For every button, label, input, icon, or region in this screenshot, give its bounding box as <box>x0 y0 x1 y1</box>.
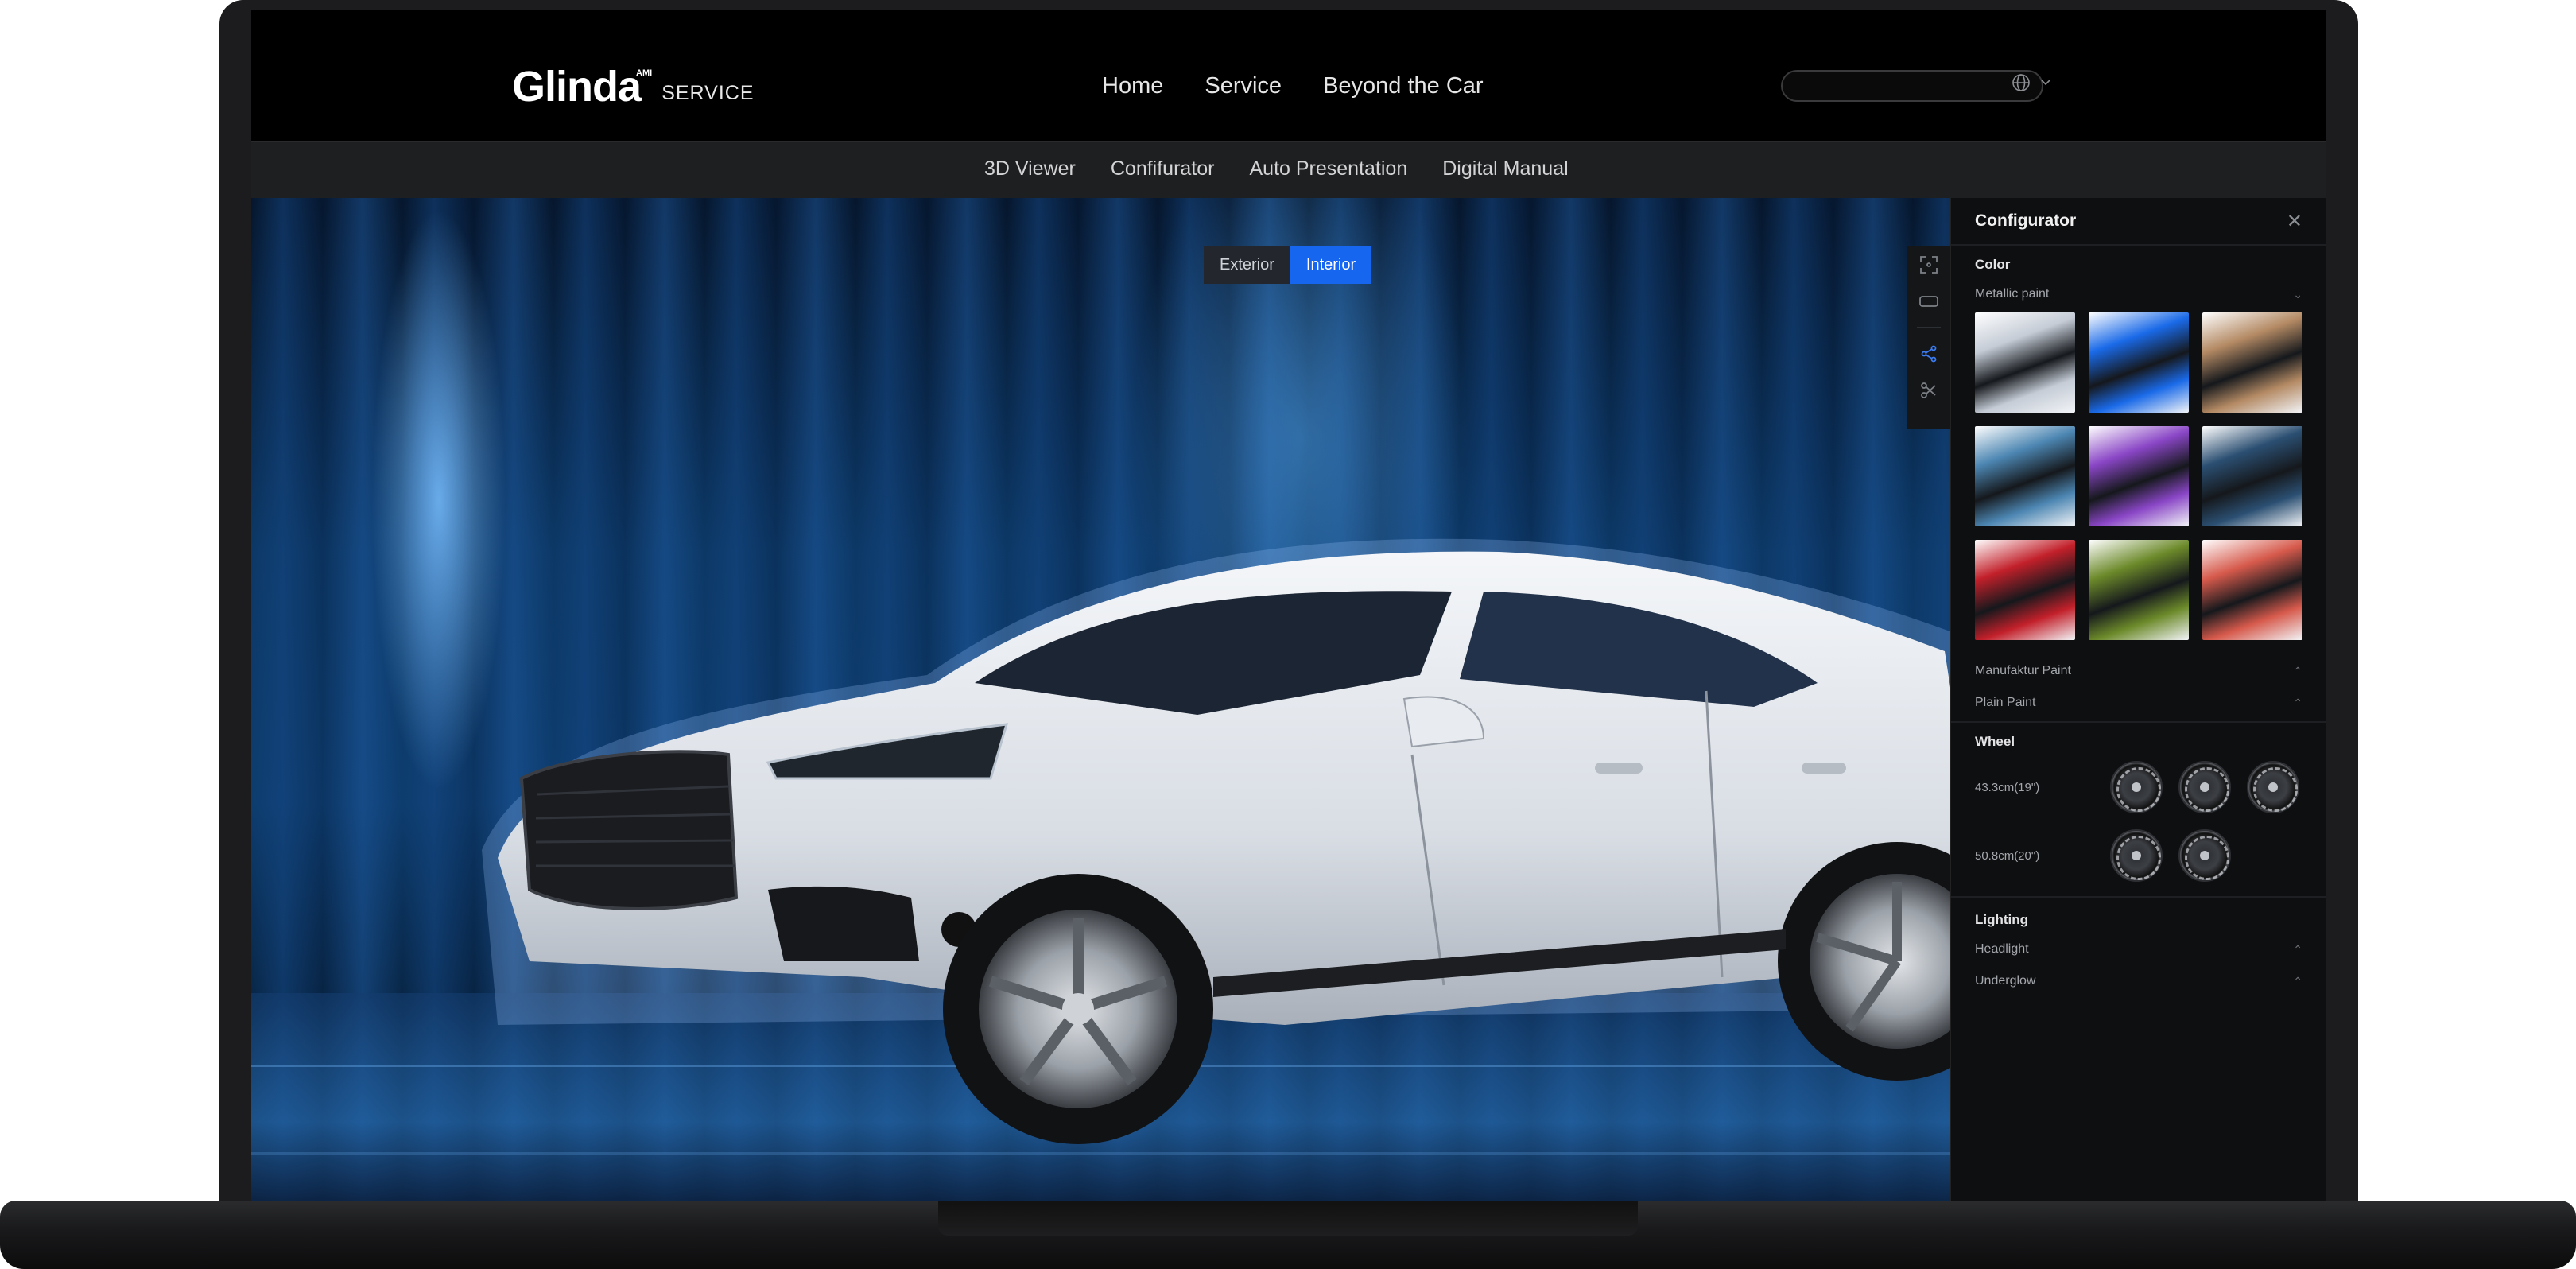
chevron-down-icon: ⌄ <box>2293 287 2302 301</box>
color-section-title: Color <box>1975 257 2011 272</box>
logo-superscript: AMI <box>636 68 653 78</box>
manufaktur-paint-toggle[interactable]: Manufaktur Paint ⌃ <box>1951 664 2326 678</box>
focus-frame-icon[interactable] <box>1918 254 1940 276</box>
lighting-section-title: Lighting <box>1975 912 2029 927</box>
chevron-up-icon: ⌃ <box>2293 696 2302 709</box>
logo[interactable]: Glinda AMI SERVICE <box>512 65 755 108</box>
globe-icon <box>2012 74 2030 91</box>
wheel-option[interactable] <box>2110 829 2163 882</box>
screen: Glinda AMI SERVICE Home Service Beyond t… <box>251 10 2326 1209</box>
subnav-digital-manual-link[interactable]: Digital Manual <box>1442 157 1568 180</box>
color-swatch-green[interactable] <box>2089 540 2189 640</box>
underglow-label: Underglow <box>1975 974 2036 988</box>
metallic-paint-toggle[interactable]: Metallic paint ⌄ <box>1951 287 2326 301</box>
interior-toggle-button[interactable]: Interior <box>1290 246 1372 284</box>
wheel-option[interactable] <box>2178 761 2231 813</box>
aspect-ratio-icon[interactable] <box>1918 290 1940 312</box>
color-swatch-purple[interactable] <box>2089 426 2189 526</box>
view-toggle: Exterior Interior <box>1204 246 1372 284</box>
viewer-toolbar <box>1907 246 1950 429</box>
chevron-up-icon: ⌃ <box>2293 942 2302 956</box>
plain-paint-label: Plain Paint <box>1975 696 2036 709</box>
wheel-size-row-20: 50.8cm(20") <box>1951 829 2326 882</box>
wheel-size-label: 50.8cm(20") <box>1975 848 2040 863</box>
3d-viewport[interactable]: Exterior Interior <box>251 198 1950 1209</box>
metallic-paint-label: Metallic paint <box>1975 287 2050 301</box>
manufaktur-paint-label: Manufaktur Paint <box>1975 664 2071 677</box>
configurator-panel: Configurator ✕ Color Metallic paint ⌄ Ma… <box>1950 198 2326 1209</box>
color-swatch-bronze[interactable] <box>2202 312 2302 413</box>
configurator-title: Configurator <box>1975 212 2077 230</box>
subnav-configurator-link[interactable]: Confifurator <box>1111 157 1215 180</box>
nav-service-link[interactable]: Service <box>1205 73 1282 99</box>
close-icon[interactable]: ✕ <box>2287 210 2302 233</box>
logo-wordmark: Glinda <box>512 63 642 111</box>
subnav-auto-presentation-link[interactable]: Auto Presentation <box>1250 157 1408 180</box>
wheel-section-title: Wheel <box>1975 734 2015 749</box>
laptop-notch <box>938 1201 1638 1236</box>
color-swatch-steel-blue[interactable] <box>1975 426 2075 526</box>
wheel-option[interactable] <box>2247 761 2299 813</box>
language-selector[interactable] <box>2012 73 2051 92</box>
nav-beyond-the-car-link[interactable]: Beyond the Car <box>1323 73 1484 99</box>
nav-home-link[interactable]: Home <box>1102 73 1163 99</box>
color-swatch-grid <box>1951 312 2326 640</box>
scissors-icon[interactable] <box>1918 379 1940 402</box>
secondary-nav-bar: 3D Viewer Confifurator Auto Presentation… <box>251 141 2326 198</box>
wheel-option[interactable] <box>2110 761 2163 813</box>
chevron-up-icon: ⌃ <box>2293 974 2302 988</box>
search-input[interactable] <box>1781 70 2043 102</box>
color-swatch-red[interactable] <box>1975 540 2075 640</box>
chevron-down-icon <box>2041 80 2050 86</box>
subnav-3d-viewer-link[interactable]: 3D Viewer <box>984 157 1076 180</box>
plain-paint-toggle[interactable]: Plain Paint ⌃ <box>1951 696 2326 710</box>
wheel-size-row-19: 43.3cm(19") <box>1951 761 2326 813</box>
wheel-option[interactable] <box>2178 829 2231 882</box>
headlight-label: Headlight <box>1975 942 2029 956</box>
logo-service-label: SERVICE <box>661 82 755 104</box>
car-render <box>482 538 1950 1144</box>
headlight-toggle[interactable]: Headlight ⌃ <box>1951 942 2326 957</box>
color-swatch-silver[interactable] <box>1975 312 2075 413</box>
wheel-size-label: 43.3cm(19") <box>1975 780 2040 794</box>
toolbar-divider <box>1916 327 1941 328</box>
wheel-options <box>2110 829 2231 882</box>
wheel-options <box>2110 761 2299 813</box>
secondary-nav: 3D Viewer Confifurator Auto Presentation… <box>984 157 1569 180</box>
underglow-toggle[interactable]: Underglow ⌃ <box>1951 974 2326 988</box>
configurator-header: Configurator ✕ <box>1951 198 2326 246</box>
chevron-up-icon: ⌃ <box>2293 664 2302 677</box>
color-swatch-blue[interactable] <box>2089 312 2189 413</box>
top-navigation-bar: Glinda AMI SERVICE Home Service Beyond t… <box>251 10 2326 141</box>
main-nav: Home Service Beyond the Car <box>1102 73 1484 99</box>
color-swatch-navy[interactable] <box>2202 426 2302 526</box>
exterior-toggle-button[interactable]: Exterior <box>1204 246 1290 284</box>
color-swatch-coral[interactable] <box>2202 540 2302 640</box>
share-icon[interactable] <box>1918 343 1940 365</box>
